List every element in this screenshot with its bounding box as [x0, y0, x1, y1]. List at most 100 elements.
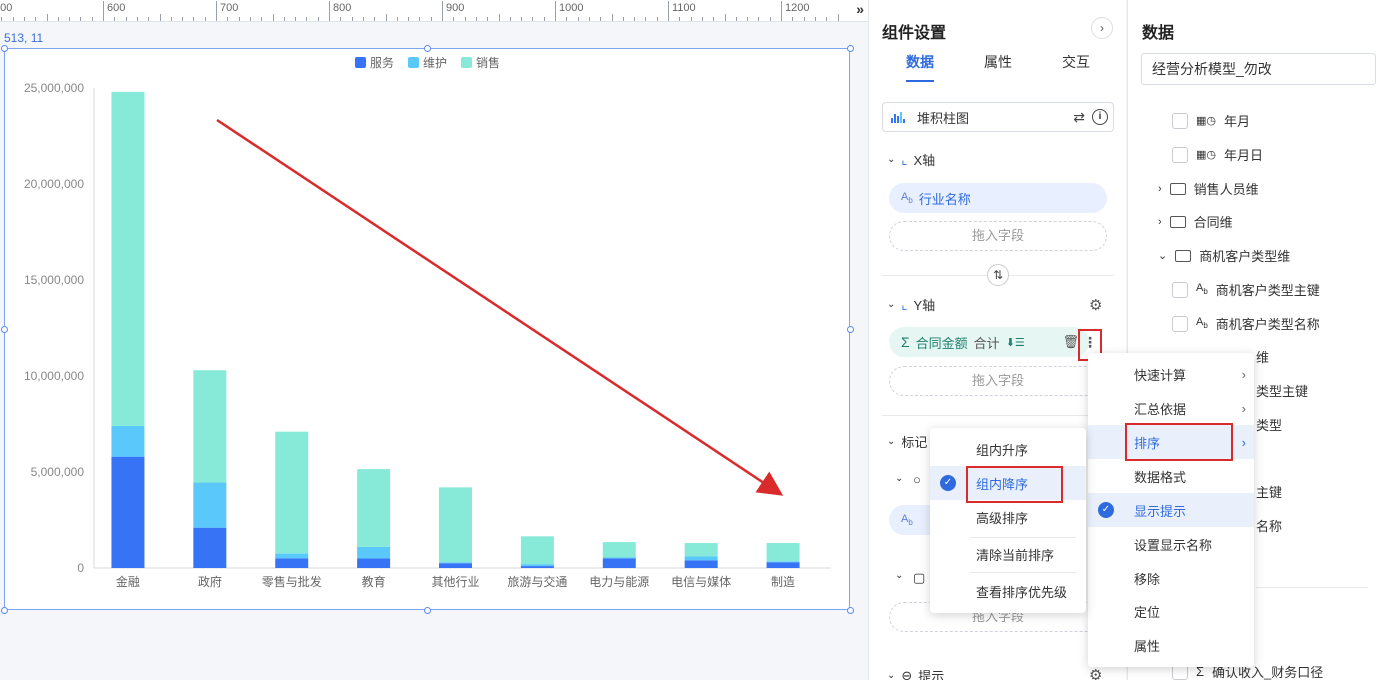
tree-field-customer-type-key[interactable]: Ab 商机客户类型主键 [1172, 280, 1320, 299]
ruler-tick [35, 17, 37, 21]
text-field-icon: Ab [1196, 282, 1208, 297]
x-axis-field[interactable]: Ab 行业名称 [889, 183, 1107, 213]
ruler-tick [521, 17, 523, 21]
ruler-tick [656, 17, 658, 21]
menu-item-sort-priority[interactable]: 查看排序优先级 [930, 574, 1086, 608]
menu-item-advanced-sort[interactable]: 高级排序 [930, 500, 1086, 534]
menu-item-label: 组内升序 [976, 442, 1029, 458]
y-axis-section[interactable]: ⌄ ⌞ Y轴 [887, 295, 935, 314]
tooltip-section[interactable]: ⌄ ⊖ 提示 [887, 666, 944, 680]
ruler-tick [340, 17, 342, 21]
ruler-tick [668, 1, 669, 21]
resize-handle[interactable] [424, 607, 431, 614]
checkbox[interactable] [1172, 112, 1188, 129]
ruler-tick [136, 17, 138, 21]
bar-segment [357, 546, 391, 559]
tree-partial-row: 类型 [1256, 418, 1283, 433]
ruler-tick [758, 17, 760, 21]
sort-desc-icon: ⬇☰ [1005, 336, 1025, 349]
y-axis-field[interactable]: Σ 合同金额 合计 ⬇☰ 🗑 [889, 327, 1089, 357]
tree-field-customer-type-name[interactable]: Ab 商机客户类型名称 [1172, 314, 1320, 333]
bar-segment [766, 543, 800, 562]
x-tick-label: 制造 [771, 575, 795, 589]
ruler-label: 600 [107, 2, 126, 14]
ruler-tick [317, 17, 319, 21]
chart-component[interactable]: 服务 维护 销售 0 5,000,000 10,000,000 15,000,000 20,… [1, 45, 854, 614]
tab-properties[interactable]: 属性 [984, 52, 1012, 82]
data-panel-title: 数据 [1142, 25, 1175, 42]
menu-item-show-tooltip[interactable]: ✓ 显示提示 [1088, 493, 1254, 527]
y-axis-field-label: 合同金额 [915, 335, 968, 351]
menu-item-label: 定位 [1134, 604, 1161, 620]
bar-segment [439, 563, 472, 568]
bar-segment [766, 562, 800, 568]
tree-folder-sales-person[interactable]: › 销售人员维 [1158, 179, 1259, 198]
model-search-input[interactable]: 经营分析模型_勿改 [1141, 53, 1376, 85]
menu-item-set-display-name[interactable]: 设置显示名称 [1088, 527, 1254, 561]
bar-segment [766, 561, 800, 563]
ruler-tick [57, 17, 59, 21]
resize-handle[interactable] [424, 45, 431, 52]
ruler-tick [577, 17, 579, 21]
info-icon[interactable]: i [1092, 109, 1108, 125]
trash-icon[interactable]: 🗑 [1062, 334, 1079, 350]
menu-item-properties[interactable]: 属性 [1088, 628, 1254, 662]
bar-segment [520, 564, 554, 567]
x-axis-drop-zone[interactable]: 拖入字段 [889, 221, 1107, 251]
ruler-tick [419, 17, 421, 21]
ruler-tick [170, 17, 172, 21]
menu-item-label: 设置显示名称 [1134, 537, 1213, 553]
x-axis-section[interactable]: ⌄ ⌞ X轴 [887, 150, 935, 169]
menu-item-locate[interactable]: 定位 [1088, 594, 1254, 628]
ruler-tick [295, 17, 297, 21]
sort-submenu: 组内升序 ✓ 组内降序 高级排序 清除当前排序 查看排序优先级 [930, 428, 1086, 613]
menu-item-clear-sort[interactable]: 清除当前排序 [930, 537, 1086, 571]
tree-folder-contract[interactable]: › 合同维 [1158, 212, 1233, 231]
x-tick-label: 金融 [116, 574, 140, 589]
ruler-tick [329, 1, 330, 21]
gear-icon[interactable]: ⚙ [1089, 296, 1102, 314]
resize-handle[interactable] [1, 607, 8, 614]
checkbox[interactable] [1172, 146, 1188, 163]
tab-interaction[interactable]: 交互 [1062, 52, 1090, 82]
swap-axes-button[interactable]: ⇅ [987, 264, 1009, 286]
ruler-tick [453, 17, 455, 21]
menu-item-remove[interactable]: 移除 [1088, 561, 1254, 595]
resize-handle[interactable] [1, 326, 8, 333]
resize-handle[interactable] [847, 45, 854, 52]
expand-panel-icon[interactable]: » [856, 1, 864, 17]
switch-icon[interactable]: ⇄ [1073, 109, 1085, 126]
tree-field-year-month-day[interactable]: ▦◷ 年月日 [1172, 145, 1263, 164]
tree-folder-customer-type[interactable]: ⌄ 商机客户类型维 [1158, 246, 1290, 265]
ruler-tick [148, 17, 150, 21]
folder-icon [1169, 215, 1186, 228]
checkbox[interactable] [1172, 281, 1188, 298]
tree-folder-label: 销售人员维 [1193, 182, 1259, 197]
marks-section[interactable]: ⌄ 标记 [887, 432, 927, 451]
checkbox[interactable] [1172, 315, 1188, 332]
tab-data[interactable]: 数据 [906, 52, 934, 82]
ruler-tick [679, 17, 681, 21]
ruler-label: 800 [333, 2, 352, 14]
comment-icon: ⊖ [901, 667, 913, 680]
resize-handle[interactable] [847, 326, 854, 333]
x-tick-label: 教育 [362, 574, 386, 589]
x-axis-field-label: 行业名称 [918, 191, 971, 207]
tree-field-label: 年月日 [1224, 148, 1264, 163]
ruler-tick [12, 17, 14, 21]
resize-handle[interactable] [847, 607, 854, 614]
menu-item-sort-asc[interactable]: 组内升序 [930, 432, 1086, 466]
gear-icon[interactable]: ⚙ [1089, 666, 1102, 680]
resize-handle[interactable] [1, 45, 8, 52]
collapse-panel-button[interactable]: › [1091, 17, 1113, 39]
y-axis-drop-zone[interactable]: 拖入字段 [889, 366, 1107, 396]
menu-item-aggregate-by[interactable]: 汇总依据 › [1088, 391, 1254, 425]
bar-segment [357, 469, 391, 547]
menu-item-label: 显示提示 [1134, 503, 1187, 519]
ruler-tick [91, 17, 93, 21]
menu-item-data-format[interactable]: 数据格式 [1088, 459, 1254, 493]
menu-item-quick-calc[interactable]: 快速计算 › [1088, 357, 1254, 391]
chart-type-select[interactable]: 堆积柱图 ⇄ i [882, 102, 1114, 132]
tree-partial-row: 名称 [1256, 519, 1283, 534]
tree-field-year-month[interactable]: ▦◷ 年月 [1172, 111, 1250, 130]
